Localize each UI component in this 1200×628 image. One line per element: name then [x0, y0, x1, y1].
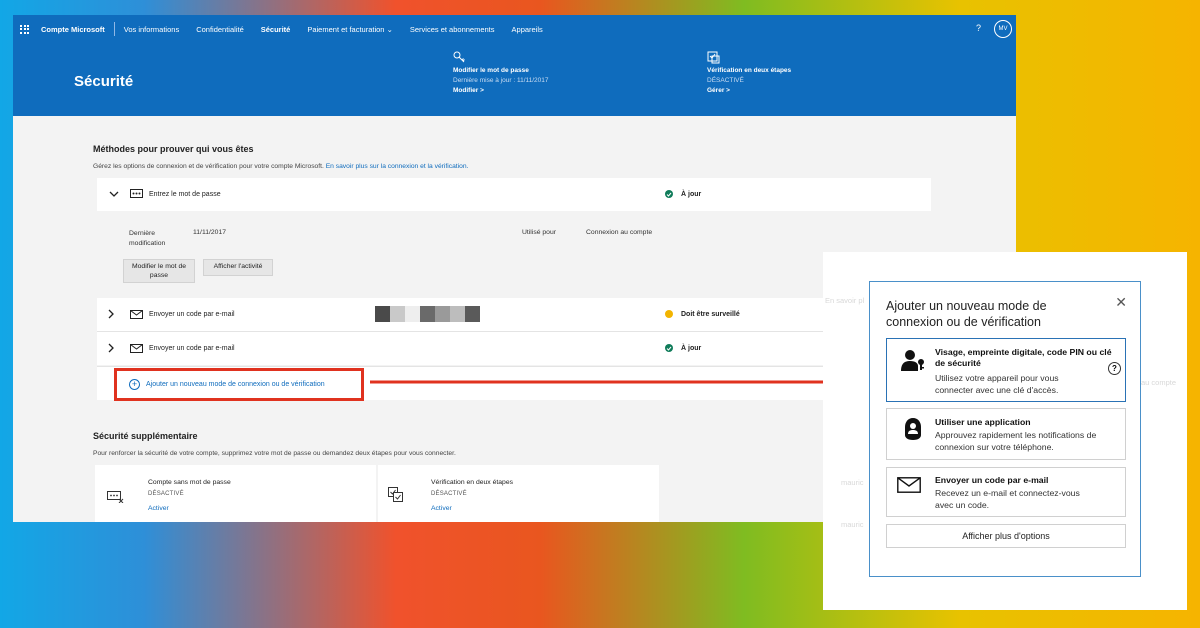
ghost-text: mauric: [841, 520, 864, 529]
add-method-button[interactable]: + Ajouter un nouveau mode de connexion o…: [114, 368, 364, 401]
option-description: Utilisez votre appareil pour vous connec…: [935, 373, 1059, 395]
used-for-label: Utilisé pour: [522, 229, 556, 236]
brand-name[interactable]: Compte Microsoft: [41, 25, 105, 34]
mail-icon: [897, 477, 921, 493]
methods-description: Gérez les options de connexion et de vér…: [93, 163, 468, 170]
nav-item-devices[interactable]: Appareils: [512, 25, 543, 34]
ghost-text: En savoir pl: [825, 296, 865, 305]
show-more-options-button[interactable]: Afficher plus d'options: [886, 524, 1126, 548]
option-heading: Utiliser une application: [935, 417, 1031, 427]
methods-desc-text: Gérez les options de connexion et de vér…: [93, 163, 324, 170]
method-row-email-1[interactable]: Envoyer un code par e-mail Doit être sur…: [97, 298, 931, 331]
close-icon[interactable]: ✕: [1115, 295, 1127, 309]
method-row-email-2[interactable]: Envoyer un code par e-mail À jour: [97, 332, 931, 365]
methods-title: Méthodes pour prouver qui vous êtes: [93, 144, 254, 154]
option-heading: Visage, empreinte digitale, code PIN ou …: [935, 347, 1112, 368]
two-step-state: DÉSACTIVÉ: [707, 77, 744, 84]
passwordless-icon: [107, 491, 124, 503]
two-step-icon: [707, 51, 720, 64]
status-text: Doit être surveillé: [681, 310, 740, 318]
mail-icon: [130, 310, 143, 319]
dialog-title: Ajouter un nouveau mode de connexion ou …: [886, 299, 1047, 329]
option-heading: Envoyer un code par e-mail: [935, 475, 1049, 485]
option-email-code[interactable]: Envoyer un code par e-mail Recevez un e-…: [886, 467, 1126, 517]
activate-passwordless-link[interactable]: Activer: [148, 505, 169, 512]
nav-item-privacy[interactable]: Confidentialité: [196, 25, 244, 34]
card-title: Compte sans mot de passe: [148, 479, 231, 486]
card-title: Vérification en deux étapes: [431, 479, 513, 486]
manage-two-step-link[interactable]: Gérer >: [707, 86, 791, 96]
nav-divider: [113, 22, 115, 36]
ghost-text: au compte: [1141, 378, 1177, 387]
card-state: DÉSACTIVÉ: [148, 491, 184, 497]
password-heading: Modifier le mot de passe: [453, 67, 529, 74]
warning-icon: [665, 310, 673, 318]
top-nav-bar: Compte Microsoft Vos informations Confid…: [13, 15, 1016, 43]
password-updated: Dernière mise à jour : 11/11/2017: [453, 77, 549, 84]
chevron-right-icon[interactable]: [107, 343, 115, 353]
password-details: Dernière modification 11/11/2017 Utilisé…: [97, 211, 931, 297]
ghost-text: mauric: [841, 478, 864, 487]
learn-more-link[interactable]: En savoir plus sur la connexion et la vé…: [326, 163, 469, 170]
extra-security-title: Sécurité supplémentaire: [93, 431, 198, 441]
used-for-value: Connexion au compte: [586, 229, 653, 236]
two-step-card: Vérification en deux étapes DÉSACTIVÉ Ac…: [378, 465, 659, 522]
nav-item-billing[interactable]: Paiement et facturation ⌄: [307, 25, 393, 34]
chevron-right-icon[interactable]: [107, 309, 115, 319]
view-activity-button[interactable]: Afficher l'activité: [203, 259, 273, 276]
option-passkey[interactable]: Visage, empreinte digitale, code PIN ou …: [886, 338, 1126, 402]
check-icon: [665, 190, 673, 198]
add-method-dialog: Ajouter un nouveau mode de connexion ou …: [869, 281, 1141, 577]
user-key-icon: [901, 350, 924, 371]
nav-item-info[interactable]: Vos informations: [124, 25, 179, 34]
method-label: Envoyer un code par e-mail: [149, 345, 235, 352]
change-password-link[interactable]: Modifier >: [453, 86, 549, 96]
help-icon[interactable]: ?: [1108, 362, 1121, 375]
password-dots-icon: [130, 189, 143, 198]
status-badge: Doit être surveillé: [665, 310, 740, 318]
method-label: Entrez le mot de passe: [149, 191, 221, 198]
plus-circle-icon: +: [129, 379, 140, 390]
method-row-password[interactable]: Entrez le mot de passe À jour: [97, 178, 931, 211]
nav-item-security[interactable]: Sécurité: [261, 25, 291, 34]
nav-item-services[interactable]: Services et abonnements: [410, 25, 495, 34]
option-description: Approuvez rapidement les notifications d…: [935, 430, 1097, 452]
mail-icon: [130, 344, 143, 353]
status-text: À jour: [681, 190, 702, 198]
page-title: Sécurité: [74, 73, 134, 90]
activate-two-step-link[interactable]: Activer: [431, 505, 452, 512]
chevron-down-icon: ⌄: [386, 24, 393, 34]
password-summary: Modifier le mot de passe Dernière mise à…: [453, 51, 549, 96]
status-badge: À jour: [665, 190, 701, 198]
change-password-button[interactable]: Modifier le mot de passe: [123, 259, 195, 283]
card-state: DÉSACTIVÉ: [431, 491, 467, 497]
authenticator-icon: [905, 418, 921, 440]
two-step-heading: Vérification en deux étapes: [707, 67, 792, 74]
status-text: À jour: [681, 344, 702, 352]
help-icon[interactable]: ?: [976, 23, 981, 33]
extra-security-desc: Pour renforcer la sécurité de votre comp…: [93, 450, 456, 457]
two-step-summary: Vérification en deux étapes DÉSACTIVÉ Gé…: [707, 51, 791, 96]
avatar[interactable]: MV: [994, 20, 1012, 38]
last-modified-label: Dernière modification: [129, 230, 166, 247]
check-icon: [665, 344, 673, 352]
status-badge: À jour: [665, 344, 701, 352]
key-icon: [453, 51, 465, 63]
method-label: Envoyer un code par e-mail: [149, 311, 235, 318]
page-banner: Sécurité Modifier le mot de passe Derniè…: [13, 43, 1016, 116]
app-launcher-icon[interactable]: [20, 24, 29, 34]
option-description: Recevez un e-mail et connectez-vous avec…: [935, 488, 1080, 510]
last-modified-value: 11/11/2017: [193, 229, 227, 236]
option-authenticator[interactable]: Utiliser une application Approuvez rapid…: [886, 408, 1126, 460]
redacted-email: [375, 306, 480, 322]
chevron-down-icon[interactable]: [109, 190, 119, 198]
add-method-label: Ajouter un nouveau mode de connexion ou …: [146, 381, 325, 388]
arrow-icon: [370, 374, 875, 390]
passwordless-card: Compte sans mot de passe DÉSACTIVÉ Activ…: [95, 465, 376, 522]
nav-item-billing-label: Paiement et facturation: [307, 24, 385, 34]
two-step-icon: [388, 487, 403, 502]
